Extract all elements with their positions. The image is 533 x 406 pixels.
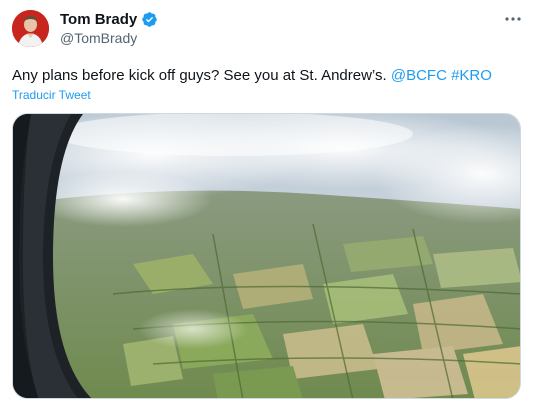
mention-link[interactable]: @BCFC — [391, 67, 447, 84]
more-options-icon[interactable] — [502, 8, 524, 30]
tweet-text: Any plans before kick off guys? See you … — [12, 66, 522, 86]
verified-badge-icon — [141, 11, 158, 28]
hashtag-link[interactable]: #KRO — [451, 67, 492, 84]
tweet-text-body: Any plans before kick off guys? See you … — [12, 67, 391, 84]
tweet-media-image[interactable] — [12, 113, 521, 399]
translate-tweet-link[interactable]: Traducir Tweet — [12, 88, 91, 102]
author-name-row: Tom Brady — [60, 10, 158, 28]
author-handle[interactable]: @TomBrady — [60, 30, 137, 46]
avatar[interactable] — [12, 10, 49, 47]
tweet-card[interactable]: Tom Brady @TomBrady Any plans before kic… — [0, 0, 533, 406]
display-name[interactable]: Tom Brady — [60, 11, 137, 28]
